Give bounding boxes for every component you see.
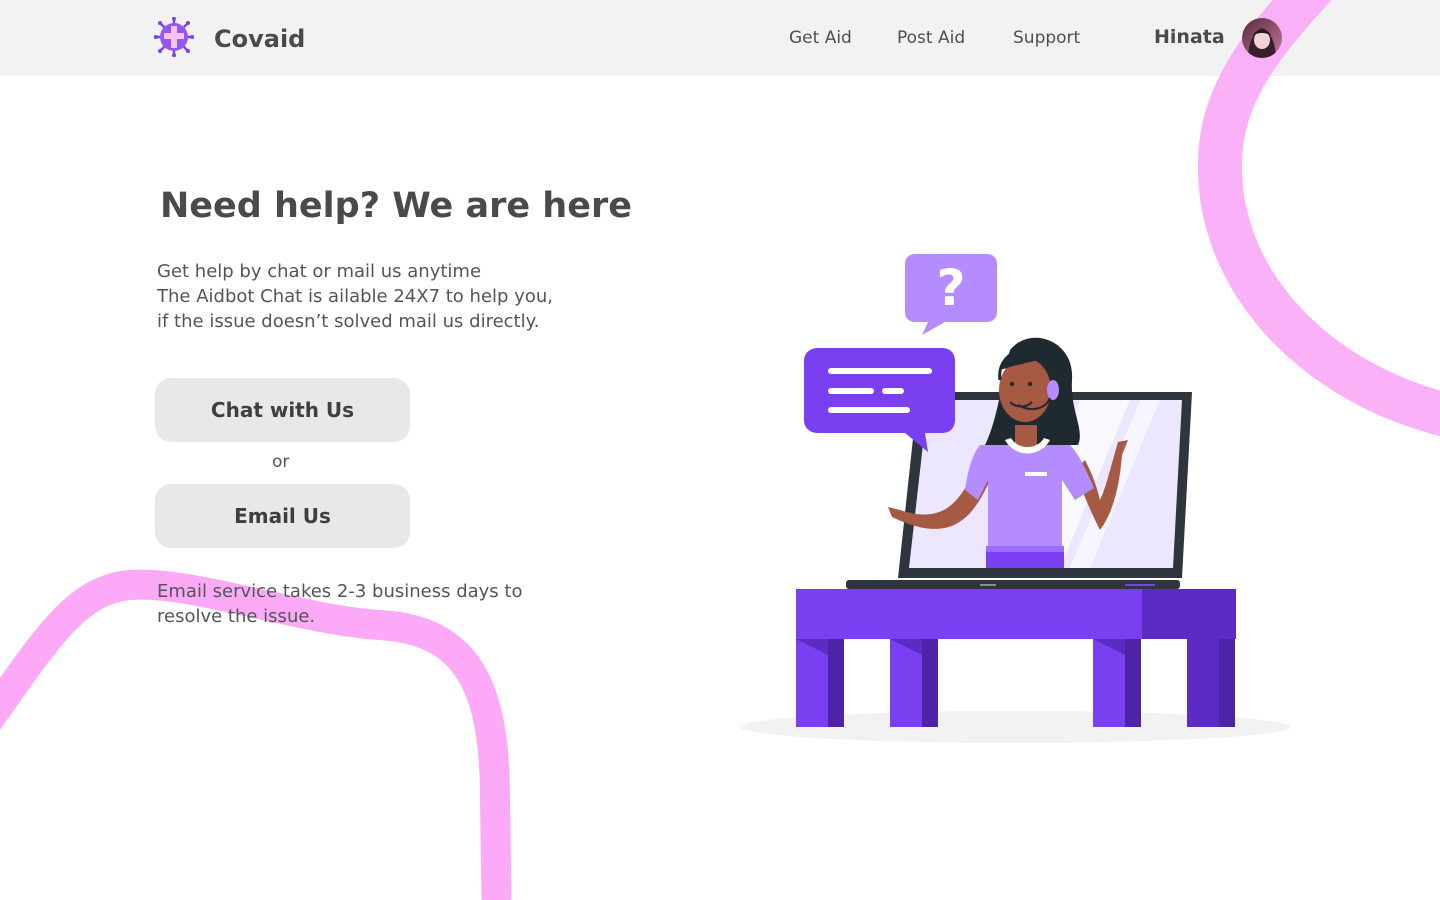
brand-name: Covaid <box>214 25 306 53</box>
chat-with-us-button[interactable]: Chat with Us <box>155 378 410 442</box>
or-label: or <box>272 452 290 472</box>
support-agent-illustration: ? <box>740 254 1290 743</box>
intro-line: The Aidbot Chat is ailable 24X7 to help … <box>157 286 553 307</box>
question-mark-label: ? <box>936 259 965 317</box>
intro-line: Get help by chat or mail us anytime <box>157 261 482 282</box>
page-heading: Need help? We are here <box>160 186 632 226</box>
user-avatar[interactable] <box>1242 18 1282 58</box>
note-line: resolve the issue. <box>157 606 316 627</box>
intro-text: Get help by chat or mail us anytime The … <box>157 259 553 334</box>
nav-link-post-aid[interactable]: Post Aid <box>897 28 965 48</box>
nav-link-get-aid[interactable]: Get Aid <box>789 28 852 48</box>
intro-line: if the issue doesn’t solved mail us dire… <box>157 311 540 332</box>
brand[interactable]: Covaid <box>153 16 306 61</box>
email-service-note: Email service takes 2-3 business days to… <box>157 579 522 629</box>
nav-link-support[interactable]: Support <box>1013 28 1080 48</box>
email-us-button[interactable]: Email Us <box>155 484 410 548</box>
note-line: Email service takes 2-3 business days to <box>157 581 523 602</box>
user-name[interactable]: Hinata <box>1154 26 1225 48</box>
virus-cross-icon <box>153 16 195 61</box>
